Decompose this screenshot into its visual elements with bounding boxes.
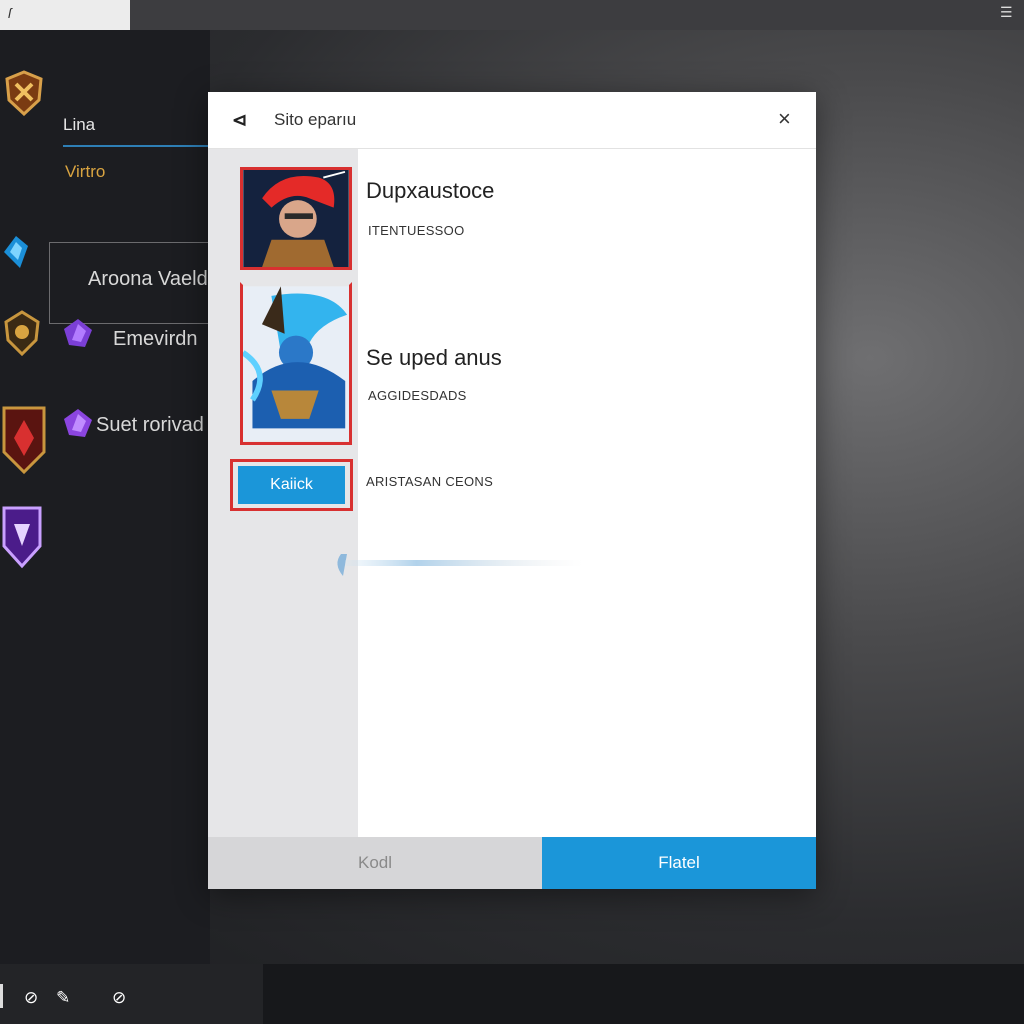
- purple-gem-icon: [63, 408, 93, 438]
- settings-icon[interactable]: ⊘: [112, 988, 126, 1008]
- kick-button[interactable]: Kaiick: [238, 466, 345, 504]
- taskbar-apps: ⊘ ✎ ⊘: [0, 964, 263, 1024]
- sidebar: Lina Virtro Aroona Vaeld Emevirdn Suet r…: [0, 30, 210, 964]
- user-name: Lina: [63, 115, 96, 134]
- sidebar-item-label[interactable]: Aroona Vaeld: [88, 268, 208, 291]
- taskbar-edge: [0, 984, 3, 1008]
- loading-indicator: [333, 550, 583, 578]
- red-crest-icon: [0, 404, 48, 476]
- champion-thumbnail-1[interactable]: [240, 167, 352, 270]
- gold-crest-icon: [4, 70, 44, 117]
- item-title: Dupxaustoce: [366, 178, 495, 203]
- champion-thumbnail-2[interactable]: [240, 282, 352, 445]
- purple-gem-icon: [63, 318, 93, 348]
- purple-crest-icon: [0, 502, 44, 570]
- sidebar-item-label[interactable]: Emevirdn: [113, 328, 197, 351]
- dialog-logo-icon: ⊲: [232, 110, 248, 130]
- item-title: Se uped anus: [366, 345, 502, 370]
- item-subtitle: ITENTUESSOO: [368, 223, 465, 238]
- close-icon[interactable]: ×: [778, 106, 791, 132]
- gold-crest-icon: [2, 310, 42, 357]
- chat-icon[interactable]: ⊘: [24, 988, 38, 1008]
- top-bar: ſ ☰: [0, 0, 1024, 30]
- top-bar-tab[interactable]: ſ: [0, 0, 130, 30]
- user-underline: [63, 145, 210, 147]
- menu-icon[interactable]: ☰: [1000, 5, 1014, 19]
- dialog: ⊲ Sito eparıu × Dupxaustoce ITENTUESSOO …: [208, 92, 816, 889]
- kick-caption: ARISTASAN CEONS: [366, 474, 494, 489]
- sidebar-item-label[interactable]: Suet rorivad: [96, 414, 204, 437]
- edit-icon[interactable]: ✎: [56, 988, 70, 1008]
- dialog-title: Sito eparıu: [274, 110, 357, 129]
- blue-crest-icon: [0, 232, 32, 272]
- taskbar: ⊘ ✎ ⊘: [0, 964, 1024, 1024]
- confirm-button[interactable]: Flatel: [542, 837, 816, 889]
- cancel-button[interactable]: Kodl: [208, 837, 542, 889]
- item-subtitle: AGGIDESDADS: [368, 388, 467, 403]
- user-rank: Virtro: [65, 162, 106, 181]
- app-icon: ſ: [8, 5, 12, 21]
- dialog-header: ⊲ Sito eparıu ×: [208, 92, 816, 149]
